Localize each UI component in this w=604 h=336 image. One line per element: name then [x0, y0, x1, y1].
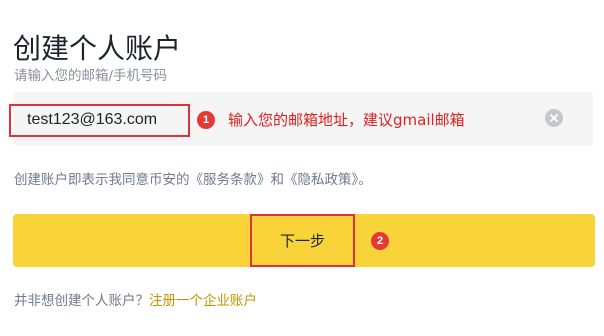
clear-input-icon[interactable] [545, 109, 563, 127]
footer-line: 并非想创建个人账户？注册一个企业账户 [14, 291, 257, 311]
step-2-badge: 2 [371, 232, 389, 250]
page-title: 创建个人账户 [13, 31, 182, 65]
input-highlight-box [9, 104, 190, 137]
email-field-label: 请输入您的邮箱/手机号码 [14, 68, 168, 84]
footer-prompt: 并非想创建个人账户？ [14, 293, 149, 309]
step-1-annotation: 输入您的邮箱地址，建议gmail邮箱 [228, 111, 465, 129]
next-button[interactable] [13, 214, 595, 267]
close-icon [550, 114, 558, 122]
terms-agreement-text: 创建账户即表示我同意币安的《服务条款》和《隐私政策》。 [14, 172, 372, 188]
register-business-account-link[interactable]: 注册一个企业账户 [149, 293, 257, 309]
step-1-badge: 1 [197, 111, 215, 129]
